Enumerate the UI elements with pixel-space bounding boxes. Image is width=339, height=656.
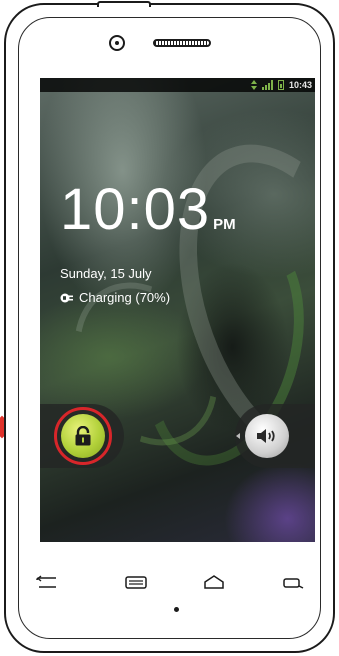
slide-hint-arrow-icon [236,433,240,439]
home-icon[interactable] [203,574,225,590]
status-bar: 10:43 [40,78,315,92]
clock-time: 10:03 [60,177,211,242]
unlock-icon [75,426,91,446]
lock-clock: 10:03 PM [60,181,236,239]
lock-screen: 10:43 10:03 PM Sunday, 15 July Charging (… [40,78,315,542]
charging-text: Charging (70%) [79,290,171,305]
earpiece-speaker [153,39,211,47]
charging-icon [60,293,73,302]
front-camera-icon [109,35,125,51]
sound-toggle-button[interactable] [245,414,289,458]
battery-icon [277,80,284,90]
lock-date: Sunday, 15 July [60,266,152,281]
menu-icon[interactable] [124,574,148,590]
speaker-icon [257,429,275,443]
charging-status: Charging (70%) [60,290,170,305]
data-transfer-icon [250,80,257,90]
status-icons: 10:43 [250,79,312,91]
status-time: 10:43 [288,80,312,90]
clock-ampm: PM [213,216,236,233]
search-icon[interactable] [282,574,306,590]
unlock-button[interactable] [54,407,112,465]
power-button[interactable] [97,1,151,7]
microphone-dot [174,607,179,612]
unlock-handle-ball [61,414,105,458]
back-icon[interactable] [36,574,58,590]
signal-icon [261,80,273,90]
